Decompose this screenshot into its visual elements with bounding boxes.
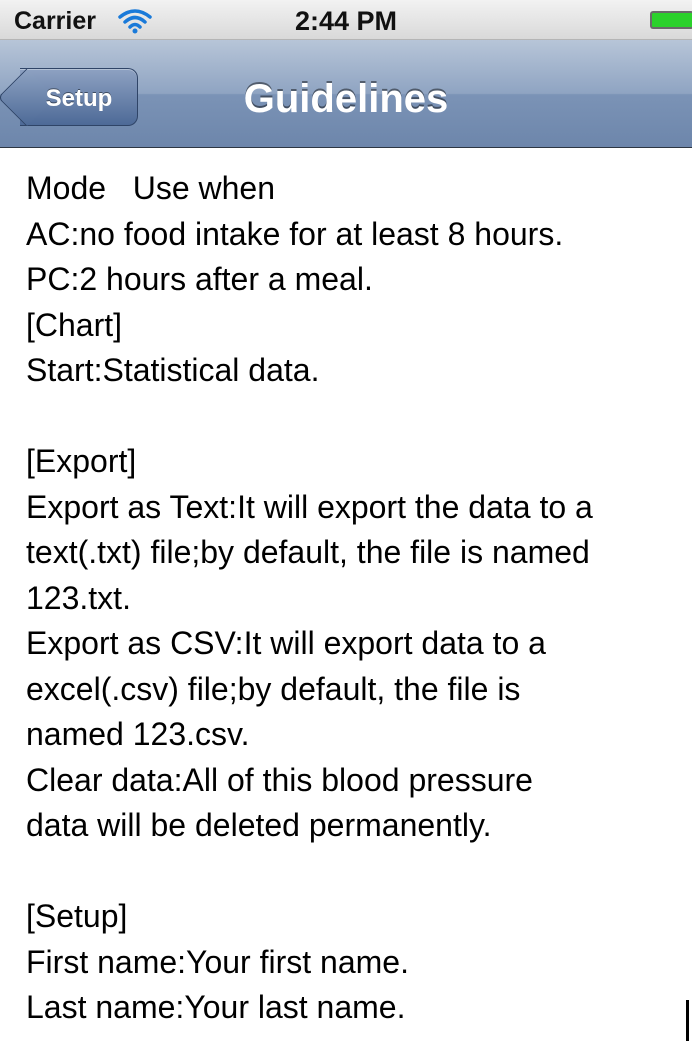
guideline-line: [26, 849, 686, 895]
guideline-line: Export as CSV:It will export data to a: [26, 625, 546, 661]
guideline-line: Clear data:All of this blood pressure: [26, 761, 533, 798]
back-button-label: Setup: [45, 85, 113, 112]
battery-icon: [650, 11, 692, 29]
guideline-line: data will be deleted permanently.: [26, 807, 492, 843]
navigation-bar: Setup Guidelines: [0, 40, 692, 148]
guideline-line: excel(.csv) file;by default, the file is: [26, 670, 521, 707]
guidelines-text: Mode Use when AC:no food intake for at le…: [26, 166, 686, 1031]
guideline-line: 123.txt.: [26, 579, 131, 616]
guideline-line: AC:no food intake for at least 8 hours.: [26, 215, 564, 252]
guideline-line: text(.txt) file;by default, the file is …: [26, 534, 590, 570]
scroll-indicator: [686, 1000, 689, 1041]
guideline-line: First name:Your first name.: [26, 943, 409, 980]
guideline-line: Export as Text:It will export the data t…: [26, 488, 593, 525]
clock-time: 2:44 PM: [294, 6, 398, 36]
guideline-line: [26, 394, 686, 440]
guideline-line: [Chart]: [26, 306, 123, 343]
guideline-line: PC:2 hours after a meal.: [26, 261, 373, 297]
status-bar: Carrier 2:44 PM: [0, 0, 692, 40]
guideline-line: [Export]: [26, 443, 137, 479]
guideline-line: Start:Statistical data.: [26, 352, 320, 388]
guideline-line: Mode Use when: [26, 170, 276, 206]
guideline-line: Last name:Your last name.: [26, 989, 406, 1025]
guideline-line: [Setup]: [26, 898, 128, 934]
guideline-line: named 123.csv.: [26, 716, 250, 752]
